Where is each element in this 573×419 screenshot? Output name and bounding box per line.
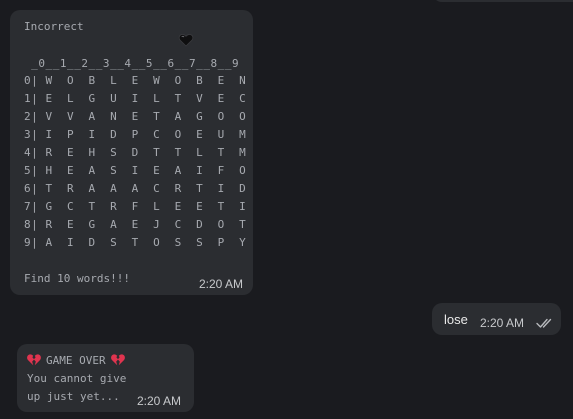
grid-row: 1| E L G U I L T V E C — [24, 92, 247, 105]
grid-row: 9| A I D S T O S S P Y — [24, 236, 247, 249]
broken-heart-icon — [110, 354, 125, 366]
black-heart-icon — [178, 34, 194, 47]
grid-row: 0| W O B L E W O B E N — [24, 74, 247, 87]
grid-row: 6| T R A A A C R T I D — [24, 182, 247, 195]
double-check-icon — [536, 318, 552, 328]
message-timestamp: 2:20 AM — [198, 277, 243, 291]
message-timestamp: 2:20 AM — [137, 394, 182, 408]
sent-message: lose 2:20 AM — [432, 303, 561, 335]
game-over-message-line: You cannot give — [27, 372, 127, 385]
game-over-message: GAME OVER You cannot give up just yet...… — [17, 344, 194, 412]
instruction-text: Find 10 words!!! — [24, 272, 130, 285]
game-over-title-row: GAME OVER — [26, 352, 126, 368]
word-search-message: Incorrect _0__1__2__3__4__5__6__7__8__9 … — [10, 10, 253, 295]
message-timestamp: 2:20 AM — [480, 316, 525, 330]
result-status: Incorrect — [24, 20, 84, 33]
previous-sent-message-edge — [432, 0, 573, 2]
grid-row: 3| I P I D P C O E U M — [24, 128, 247, 141]
game-over-message-line: up just yet... — [27, 390, 120, 403]
grid-row: 5| H E A S I E A I F O — [24, 164, 247, 177]
sent-message-text: lose — [444, 312, 468, 327]
grid-row: 2| V V A N E T A G O O — [24, 110, 247, 123]
broken-heart-icon — [27, 354, 41, 366]
grid-row: 4| R E H S D T T L T M — [24, 146, 247, 159]
grid-row: 7| G C T R F L E E T I — [24, 200, 247, 213]
game-over-title: GAME OVER — [46, 353, 106, 367]
grid-row: 8| R E G A E J C D O T — [24, 218, 247, 231]
grid-column-header: _0__1__2__3__4__5__6__7__8__9 — [24, 57, 240, 70]
